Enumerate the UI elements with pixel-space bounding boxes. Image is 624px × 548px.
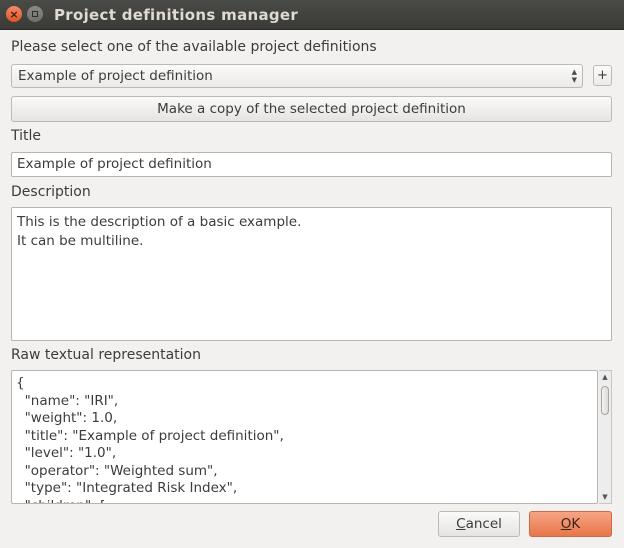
project-definition-select-value: Example of project definition	[18, 68, 213, 84]
scroll-up-arrow-icon[interactable]: ▲	[599, 373, 611, 381]
close-window-icon[interactable]: ×	[6, 6, 22, 22]
close-glyph: ×	[9, 7, 19, 21]
description-label: Description	[11, 184, 91, 200]
maximize-window-icon[interactable]	[27, 6, 43, 22]
project-definition-select[interactable]: Example of project definition ▲ ▼	[11, 64, 583, 88]
copy-button-label: Make a copy of the selected project defi…	[157, 101, 466, 117]
add-project-definition-button[interactable]: +	[593, 65, 612, 86]
window-title: Project definitions manager	[54, 6, 299, 24]
raw-representation-label: Raw textual representation	[11, 347, 201, 363]
description-textarea[interactable]: This is the description of a basic examp…	[11, 207, 612, 341]
copy-project-definition-button[interactable]: Make a copy of the selected project defi…	[11, 96, 612, 122]
up-down-arrows-icon: ▲ ▼	[571, 68, 577, 84]
ok-button[interactable]: OK	[529, 511, 612, 537]
project-selector-label: Please select one of the available proje…	[11, 39, 377, 55]
window-titlebar: × Project definitions manager	[0, 0, 624, 30]
ok-mnemonic: O	[560, 516, 572, 532]
raw-representation-text: { "name": "IRI", "weight": 1.0, "title":…	[16, 375, 284, 503]
scrollbar-thumb[interactable]	[601, 386, 609, 415]
scroll-down-arrow-icon[interactable]: ▼	[599, 493, 611, 501]
raw-representation-textarea[interactable]: { "name": "IRI", "weight": 1.0, "title":…	[11, 370, 598, 504]
title-label: Title	[11, 128, 42, 144]
raw-representation-scrollbar[interactable]: ▲ ▼	[599, 370, 612, 504]
ok-label: K	[571, 516, 581, 532]
cancel-mnemonic: C	[456, 516, 466, 532]
cancel-button[interactable]: Cancel	[438, 511, 520, 537]
title-field[interactable]: Example of project definition	[11, 152, 612, 177]
cancel-label: ancel	[465, 516, 502, 532]
add-label: +	[597, 68, 608, 83]
